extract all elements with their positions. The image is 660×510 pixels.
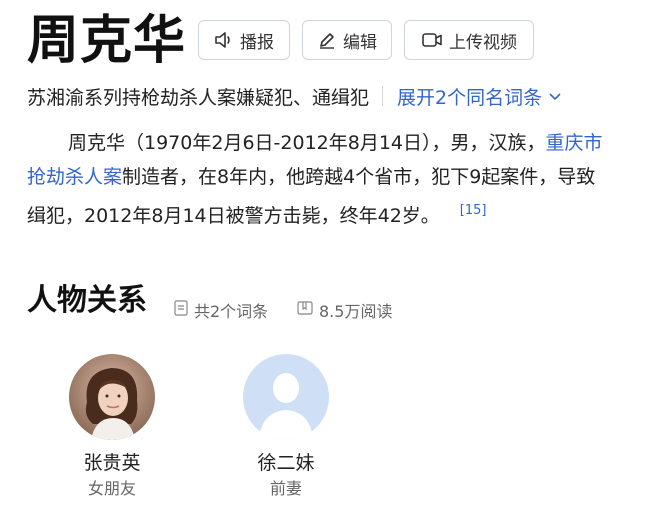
- default-user-avatar-icon: [243, 354, 329, 440]
- relation-card[interactable]: 张贵英 女朋友: [57, 354, 167, 500]
- subtitle-row: 苏湘渝系列持枪劫杀人案嫌疑犯、通缉犯 展开2个同名词条: [27, 80, 660, 112]
- speaker-icon: [214, 31, 234, 49]
- same-name-entries-link[interactable]: 展开2个同名词条: [397, 83, 562, 110]
- play-button[interactable]: 播报: [198, 20, 290, 60]
- chongqing-link[interactable]: 重庆市: [546, 132, 603, 154]
- views-count: 8.5万阅读: [297, 298, 392, 322]
- page-title: 周克华: [27, 11, 187, 71]
- same-name-entries-label: 展开2个同名词条: [397, 86, 543, 109]
- person-photo-avatar: [69, 354, 155, 440]
- play-button-label: 播报: [240, 32, 274, 53]
- entries-count-label: 共2个词条: [194, 302, 269, 321]
- edit-button[interactable]: 编辑: [302, 20, 392, 60]
- document-icon: [174, 300, 188, 320]
- summary-text: 周克华（1970年2月6日-2012年8月14日），男，汉族，: [68, 132, 546, 154]
- upload-video-label: 上传视频: [449, 32, 517, 53]
- relation-name: 徐二妹: [257, 452, 315, 474]
- relation-name: 张贵英: [83, 452, 141, 474]
- entry-subtitle: 苏湘渝系列持枪劫杀人案嫌疑犯、通缉犯: [27, 86, 370, 109]
- views-count-label: 8.5万阅读: [319, 302, 393, 321]
- book-icon: [297, 300, 313, 320]
- divider: [382, 86, 384, 106]
- entries-count: 共2个词条: [174, 298, 268, 322]
- reference-link[interactable]: [15]: [460, 203, 487, 218]
- video-camera-icon: [421, 31, 443, 49]
- relations-title: 人物关系: [27, 283, 147, 318]
- robbery-case-link[interactable]: 抢劫杀人案: [27, 166, 122, 188]
- relation-card[interactable]: 徐二妹 前妻: [231, 354, 341, 500]
- edit-button-label: 编辑: [343, 32, 377, 53]
- relation-type: 女朋友: [87, 479, 136, 498]
- summary-text: 缉犯，2012年8月14日被警方击毙，终年42岁。: [27, 205, 440, 227]
- chevron-down-icon: [548, 85, 562, 107]
- summary-paragraph: 周克华（1970年2月6日-2012年8月14日），男，汉族，重庆市 抢劫杀人案…: [27, 126, 660, 228]
- upload-video-button[interactable]: 上传视频: [404, 20, 534, 60]
- relation-type: 前妻: [269, 479, 302, 498]
- summary-text: 制造者，在8年内，他跨越4个省市，犯下9起案件，导致: [122, 166, 596, 188]
- pencil-icon: [317, 30, 337, 50]
